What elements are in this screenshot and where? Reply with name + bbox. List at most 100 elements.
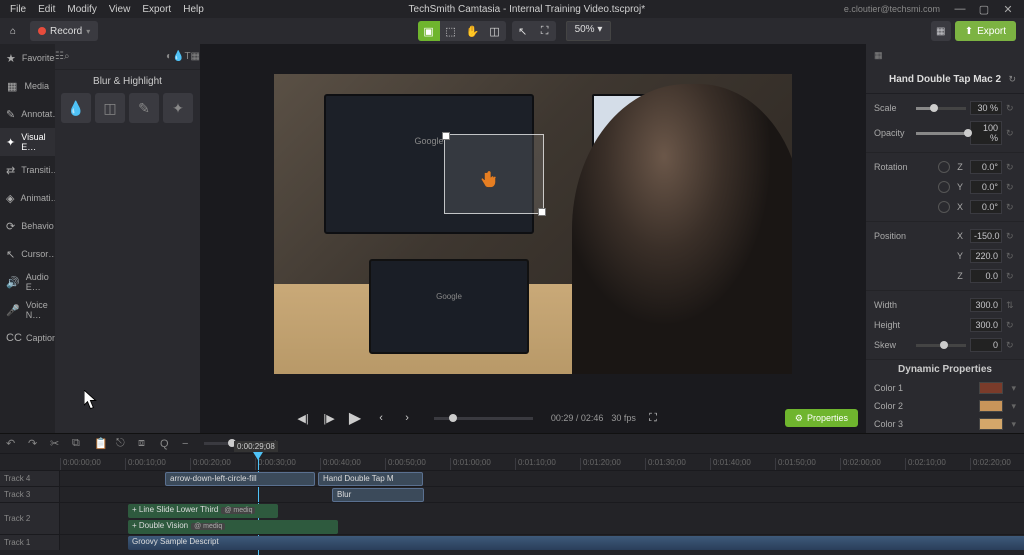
effect-blur[interactable]: 💧: [61, 93, 91, 123]
canvas-options-button[interactable]: ▦: [931, 21, 951, 41]
clip[interactable]: + Double Vision@ mediq: [128, 520, 338, 534]
menu-export[interactable]: Export: [136, 4, 177, 15]
sidebar-item-media[interactable]: ▦Media: [0, 72, 55, 100]
rotation-x-input[interactable]: 0.0°: [970, 200, 1002, 214]
magnet-button[interactable]: ⧈: [138, 437, 152, 450]
rotation-z-dial[interactable]: [938, 161, 950, 173]
clip[interactable]: + Line Slide Lower Third@ mediq: [128, 504, 278, 518]
export-button[interactable]: ⬆Export: [955, 21, 1016, 41]
home-button[interactable]: ⌂: [0, 18, 26, 44]
sidebar-item-transitions[interactable]: ⇄Transiti…: [0, 156, 55, 184]
video-preview[interactable]: Google Google: [274, 74, 792, 374]
menu-file[interactable]: File: [4, 4, 32, 15]
step-back-button[interactable]: ‹: [372, 409, 390, 427]
step-forward-button[interactable]: ›: [398, 409, 416, 427]
panel-tab-assets[interactable]: ☷: [55, 51, 64, 62]
scale-slider[interactable]: [916, 107, 966, 110]
menu-edit[interactable]: Edit: [32, 4, 61, 15]
playback-scrubber[interactable]: [434, 417, 533, 420]
crop-tool[interactable]: ◫: [484, 21, 506, 41]
clip[interactable]: Blur: [332, 488, 424, 502]
track-track-4[interactable]: Track 4 arrow-down-left-circle-fillHand D…: [0, 470, 1024, 486]
drop-icon[interactable]: 💧: [172, 51, 184, 62]
cut-button[interactable]: ✂: [50, 437, 64, 450]
timeline-ruler[interactable]: 0:00:00;000:00:10;000:00:20;000:00:30;00…: [0, 454, 1024, 470]
prev-frame-button[interactable]: ◀|: [294, 409, 312, 427]
position-z-input[interactable]: 0.0: [970, 269, 1002, 283]
position-y-input[interactable]: 220.0: [970, 249, 1002, 263]
rotation-x-dial[interactable]: [938, 201, 950, 213]
color1-swatch[interactable]: [979, 382, 1003, 394]
split-button[interactable]: ⎋: [116, 437, 130, 450]
reset-all-button[interactable]: ↻: [1008, 74, 1016, 85]
sidebar-item-visual-effects[interactable]: ✦Visual E…: [0, 128, 55, 156]
effect-highlight[interactable]: ◫: [95, 93, 125, 123]
select-tool[interactable]: ⬚: [440, 21, 462, 41]
fullscreen-button[interactable]: ⛶: [644, 409, 662, 427]
copy-button[interactable]: ⧉: [72, 437, 86, 450]
minimize-button[interactable]: —: [948, 3, 972, 15]
user-email[interactable]: e.cloutier@techsmi.com: [844, 4, 948, 14]
opacity-reset[interactable]: ↻: [1006, 128, 1016, 139]
fit-tool[interactable]: ⛶: [534, 21, 556, 41]
height-input[interactable]: 300.0: [970, 318, 1002, 332]
record-button[interactable]: Record▾: [30, 21, 98, 41]
category-sidebar: ★Favorites ▦Media ✎Annotat… ✦Visual E… ⇄…: [0, 44, 55, 433]
rotation-y-input[interactable]: 0.0°: [970, 180, 1002, 194]
position-x-input[interactable]: -150.0: [970, 229, 1002, 243]
scale-input[interactable]: 30 %: [970, 101, 1002, 115]
next-frame-button[interactable]: |▶: [320, 409, 338, 427]
menu-view[interactable]: View: [103, 4, 137, 15]
properties-button[interactable]: ⚙Properties: [785, 409, 858, 427]
width-input[interactable]: 300.0: [970, 298, 1002, 312]
sidebar-item-captions[interactable]: CCCaptions: [0, 324, 55, 352]
clip[interactable]: Groovy Sample Descript: [128, 536, 1024, 550]
arrow-tool[interactable]: ↖: [512, 21, 534, 41]
effect-spotlight[interactable]: ✦: [163, 93, 193, 123]
color3-swatch[interactable]: [979, 418, 1003, 430]
canvas-stage[interactable]: Google Google: [200, 44, 866, 403]
track-header[interactable]: Track 4: [0, 471, 60, 486]
opacity-input[interactable]: 100 %: [970, 121, 1002, 145]
rotation-z-input[interactable]: 0.0°: [970, 160, 1002, 174]
paste-button[interactable]: 📋: [94, 437, 108, 450]
menu-help[interactable]: Help: [177, 4, 210, 15]
sidebar-item-cursor[interactable]: ↖Cursor…: [0, 240, 55, 268]
color2-swatch[interactable]: [979, 400, 1003, 412]
sidebar-item-behaviors[interactable]: ⟳Behavio…: [0, 212, 55, 240]
opacity-slider[interactable]: [916, 132, 966, 135]
hand-tap-annotation[interactable]: [479, 169, 501, 193]
scale-reset[interactable]: ↻: [1006, 103, 1016, 114]
pan-tool[interactable]: ✋: [462, 21, 484, 41]
sidebar-item-animations[interactable]: ◈Animati…: [0, 184, 55, 212]
sidebar-item-favorites[interactable]: ★Favorites: [0, 44, 55, 72]
clip[interactable]: Hand Double Tap M: [318, 472, 423, 486]
rotation-y-dial[interactable]: [938, 181, 950, 193]
track-track-1[interactable]: Track 1 Groovy Sample Descript: [0, 534, 1024, 550]
clip[interactable]: arrow-down-left-circle-fill: [165, 472, 315, 486]
panel-tab-wand[interactable]: ⌕: [64, 51, 70, 62]
sidebar-item-audio[interactable]: 🔊Audio E…: [0, 268, 55, 296]
redo-button[interactable]: ↷: [28, 437, 42, 450]
maximize-button[interactable]: ▢: [972, 3, 996, 16]
track-header[interactable]: Track 1: [0, 535, 60, 550]
panel-toggle-icon[interactable]: ▦: [874, 50, 883, 61]
effect-pencil[interactable]: ✎: [129, 93, 159, 123]
sidebar-item-annotations[interactable]: ✎Annotat…: [0, 100, 55, 128]
menu-modify[interactable]: Modify: [61, 4, 102, 15]
play-button[interactable]: ▶: [346, 409, 364, 427]
track-header[interactable]: Track 3: [0, 487, 60, 502]
track-track-2[interactable]: Track 2 + Line Slide Lower Third@ mediq + …: [0, 502, 1024, 534]
edit-tool[interactable]: ▣: [418, 21, 440, 41]
close-button[interactable]: ✕: [996, 3, 1020, 16]
skew-input[interactable]: 0: [970, 338, 1002, 352]
zoom-out-button[interactable]: Q: [160, 438, 174, 450]
window-title: TechSmith Camtasia - Internal Training V…: [210, 4, 844, 15]
panel-tab-grid[interactable]: ▦: [191, 51, 200, 62]
undo-button[interactable]: ↶: [6, 437, 20, 450]
sidebar-item-voice[interactable]: 🎤Voice N…: [0, 296, 55, 324]
track-header[interactable]: Track 2: [0, 503, 60, 534]
track-track-3[interactable]: Track 3 Blur: [0, 486, 1024, 502]
zoom-level[interactable]: 50% ▾: [566, 21, 612, 41]
skew-slider[interactable]: [916, 344, 966, 347]
